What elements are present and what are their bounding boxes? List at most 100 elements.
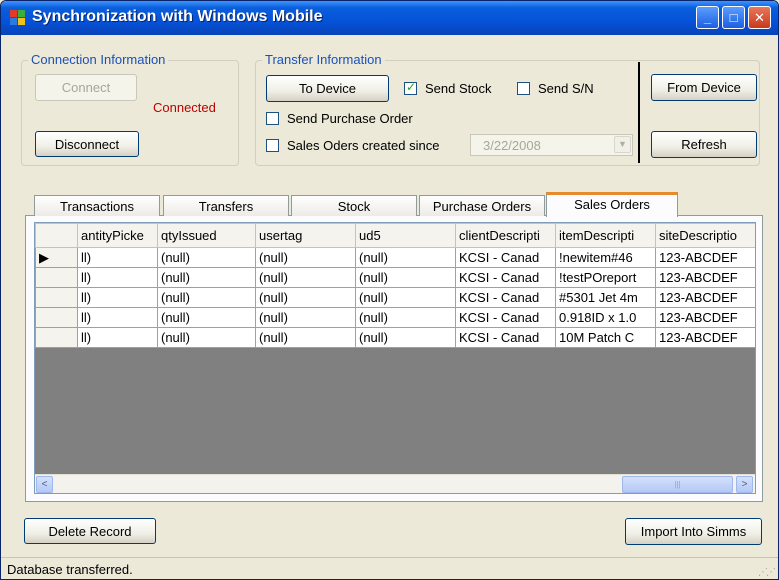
send-sn-label: Send S/N: [538, 81, 594, 96]
column-header[interactable]: antityPicke: [77, 223, 158, 248]
checkbox-unchecked-icon: [266, 139, 279, 152]
tab-purchase-orders[interactable]: Purchase Orders: [419, 195, 545, 216]
table-cell[interactable]: (null): [255, 307, 356, 328]
close-icon: ✕: [754, 10, 765, 25]
table-cell[interactable]: KCSI - Canad: [455, 287, 556, 308]
tab-transfers[interactable]: Transfers: [163, 195, 289, 216]
sales-orders-since-checkbox[interactable]: Sales Oders created since: [266, 138, 439, 153]
table-cell[interactable]: 123-ABCDEF: [655, 287, 755, 308]
table-cell[interactable]: (null): [157, 307, 256, 328]
window-title: Synchronization with Windows Mobile: [32, 8, 323, 25]
sync-window: Synchronization with Windows Mobile _ □ …: [0, 0, 779, 580]
table-cell[interactable]: KCSI - Canad: [455, 327, 556, 348]
table-cell[interactable]: !testPOreport: [555, 267, 656, 288]
table-cell[interactable]: (null): [355, 287, 456, 308]
send-stock-label: Send Stock: [425, 81, 492, 96]
table-row[interactable]: ll) (null) (null) (null) KCSI - Canad 10…: [35, 327, 755, 348]
table-row[interactable]: ll) (null) (null) (null) KCSI - Canad #5…: [35, 287, 755, 308]
minimize-button[interactable]: _: [696, 6, 719, 29]
data-grid[interactable]: antityPicke qtyIssued usertag ud5 client…: [34, 222, 756, 494]
table-cell[interactable]: 0.918ID x 1.0: [555, 307, 656, 328]
horizontal-scrollbar[interactable]: < ||| >: [35, 474, 755, 493]
table-cell[interactable]: (null): [157, 287, 256, 308]
table-cell[interactable]: KCSI - Canad: [455, 307, 556, 328]
table-cell[interactable]: 123-ABCDEF: [655, 327, 755, 348]
tab-transactions[interactable]: Transactions: [34, 195, 160, 216]
status-text: Database transferred.: [7, 562, 133, 577]
table-cell[interactable]: (null): [355, 247, 456, 268]
column-header[interactable]: usertag: [255, 223, 356, 248]
connect-button[interactable]: Connect: [35, 74, 137, 101]
table-cell[interactable]: 123-ABCDEF: [655, 307, 755, 328]
table-cell[interactable]: ll): [77, 287, 158, 308]
table-cell[interactable]: #5301 Jet 4m: [555, 287, 656, 308]
from-device-button[interactable]: From Device: [651, 74, 757, 101]
row-header[interactable]: [35, 287, 78, 308]
table-cell[interactable]: (null): [355, 307, 456, 328]
column-header[interactable]: clientDescripti: [455, 223, 556, 248]
table-row[interactable]: ll) (null) (null) (null) KCSI - Canad 0.…: [35, 307, 755, 328]
connection-status: Connected: [153, 100, 216, 115]
grid-table: antityPicke qtyIssued usertag ud5 client…: [35, 223, 755, 348]
resize-grip-icon[interactable]: ⋰⋰: [758, 567, 776, 578]
checkbox-unchecked-icon: [517, 82, 530, 95]
column-header[interactable]: qtyIssued: [157, 223, 256, 248]
transfer-divider: [638, 62, 640, 163]
maximize-button[interactable]: □: [722, 6, 745, 29]
delete-record-button[interactable]: Delete Record: [24, 518, 156, 544]
table-row[interactable]: ll) (null) (null) (null) KCSI - Canad !t…: [35, 267, 755, 288]
chevron-down-icon[interactable]: ▼: [614, 136, 631, 153]
sales-orders-since-label: Sales Oders created since: [287, 138, 440, 153]
column-header[interactable]: siteDescriptio: [655, 223, 755, 248]
connection-group-label: Connection Information: [28, 52, 169, 67]
transfer-group-label: Transfer Information: [262, 52, 385, 67]
title-bar[interactable]: Synchronization with Windows Mobile _ □ …: [1, 1, 778, 35]
table-cell[interactable]: 10M Patch C: [555, 327, 656, 348]
send-stock-checkbox[interactable]: Send Stock: [404, 80, 492, 96]
send-sn-checkbox[interactable]: Send S/N: [517, 81, 594, 96]
column-header[interactable]: itemDescripti: [555, 223, 656, 248]
status-bar: Database transferred. ⋰⋰: [1, 557, 778, 579]
table-cell[interactable]: (null): [255, 327, 356, 348]
current-row-indicator-icon: ▶: [35, 247, 78, 268]
table-cell[interactable]: !newitem#46: [555, 247, 656, 268]
table-cell[interactable]: (null): [255, 267, 356, 288]
row-header[interactable]: [35, 327, 78, 348]
date-value: 3/22/2008: [483, 138, 541, 153]
scroll-thumb[interactable]: |||: [622, 476, 733, 493]
to-device-button[interactable]: To Device: [266, 75, 389, 102]
tab-stock[interactable]: Stock: [291, 195, 417, 216]
table-cell[interactable]: (null): [355, 327, 456, 348]
scroll-left-icon[interactable]: <: [36, 476, 53, 493]
refresh-button[interactable]: Refresh: [651, 131, 757, 158]
table-cell[interactable]: ll): [77, 247, 158, 268]
import-into-simms-button[interactable]: Import Into Simms: [625, 518, 762, 545]
table-cell[interactable]: ll): [77, 267, 158, 288]
disconnect-button[interactable]: Disconnect: [35, 131, 139, 157]
date-picker[interactable]: 3/22/2008 ▼: [470, 134, 633, 156]
close-button[interactable]: ✕: [748, 6, 771, 29]
table-cell[interactable]: (null): [255, 247, 356, 268]
table-cell[interactable]: (null): [157, 267, 256, 288]
row-header[interactable]: [35, 307, 78, 328]
table-cell[interactable]: (null): [157, 247, 256, 268]
row-header[interactable]: [35, 267, 78, 288]
table-row[interactable]: ▶ ll) (null) (null) (null) KCSI - Canad …: [35, 247, 755, 268]
table-cell[interactable]: 123-ABCDEF: [655, 267, 755, 288]
table-cell[interactable]: ll): [77, 327, 158, 348]
row-header-corner: [35, 223, 78, 248]
table-cell[interactable]: 123-ABCDEF: [655, 247, 755, 268]
app-icon: [10, 10, 26, 26]
tab-sales-orders[interactable]: Sales Orders: [546, 192, 678, 217]
checkbox-unchecked-icon: [266, 112, 279, 125]
column-header[interactable]: ud5: [355, 223, 456, 248]
scroll-right-icon[interactable]: >: [736, 476, 753, 493]
table-cell[interactable]: (null): [157, 327, 256, 348]
checkbox-checked-icon: [404, 80, 417, 95]
table-cell[interactable]: (null): [355, 267, 456, 288]
send-purchase-order-checkbox[interactable]: Send Purchase Order: [266, 111, 413, 126]
table-cell[interactable]: (null): [255, 287, 356, 308]
table-cell[interactable]: KCSI - Canad: [455, 267, 556, 288]
table-cell[interactable]: KCSI - Canad: [455, 247, 556, 268]
table-cell[interactable]: ll): [77, 307, 158, 328]
